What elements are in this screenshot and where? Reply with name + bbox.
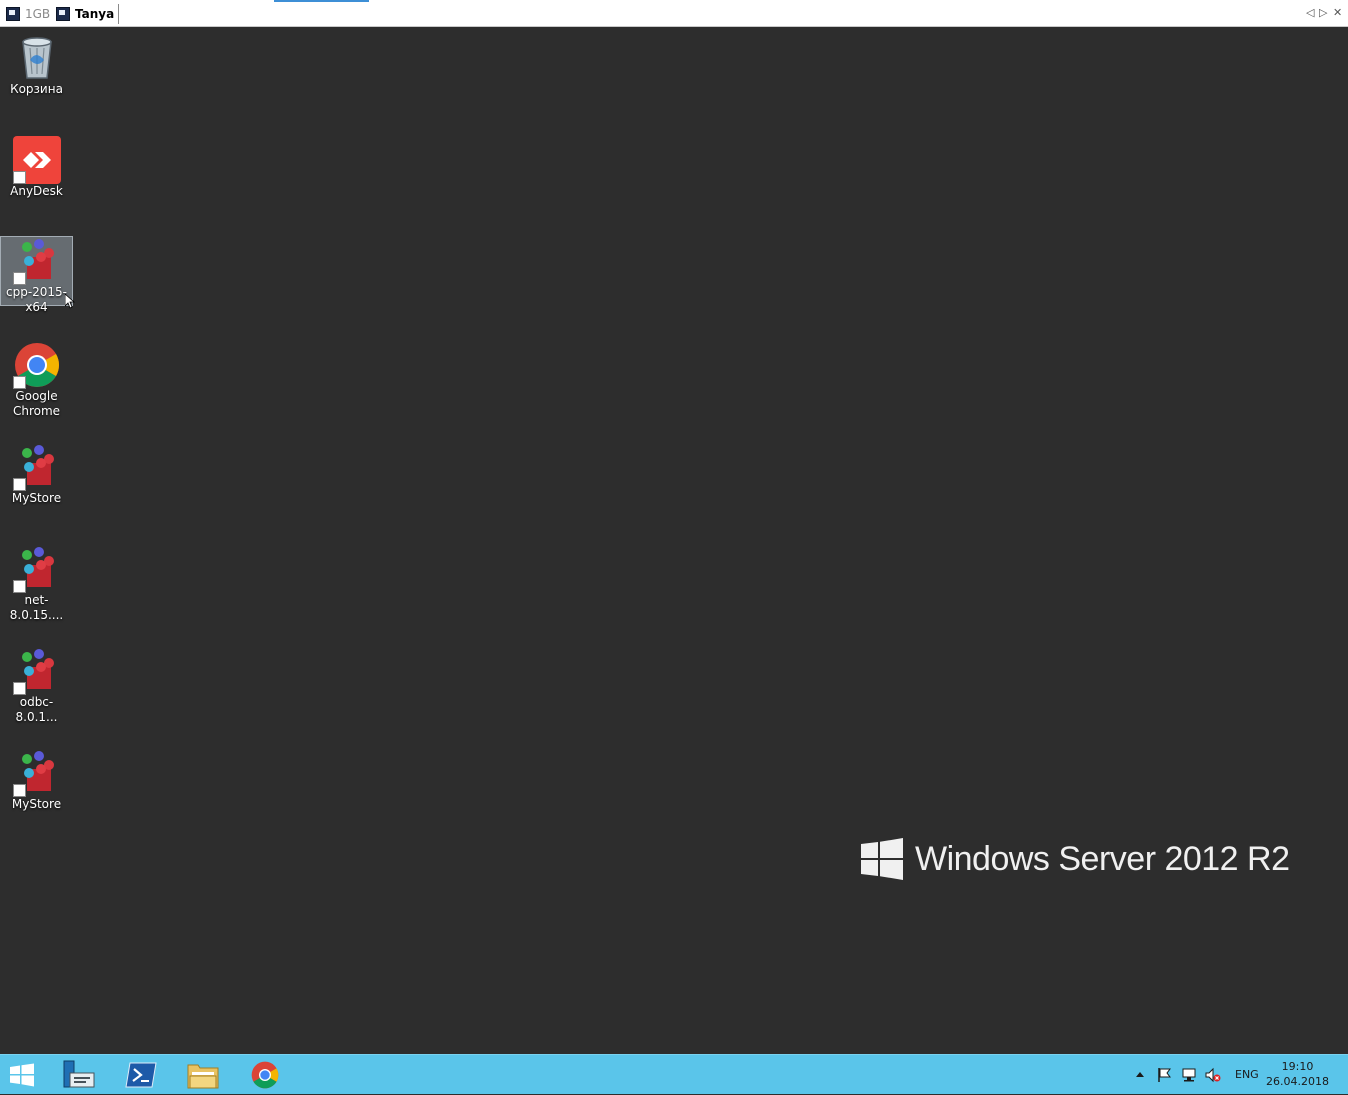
shortcut-arrow-icon: [12, 376, 26, 389]
file-explorer-icon: [187, 1064, 219, 1089]
shortcut-arrow-icon: [12, 682, 26, 695]
windows-server-branding: Windows Server 2012 R2: [861, 838, 1290, 880]
installer-icon: [12, 237, 61, 285]
installer-icon: [12, 647, 61, 695]
mouse-cursor-icon: [65, 294, 75, 309]
taskbar-file-explorer[interactable]: [186, 1059, 220, 1091]
desktop-icon-label: cpp-2015-x64: [5, 285, 68, 314]
show-hidden-icons-icon[interactable]: [1136, 1071, 1144, 1077]
taskbar-chrome[interactable]: [248, 1059, 282, 1091]
server-manager-icon: [63, 1060, 95, 1088]
installer-icon: [12, 545, 61, 593]
session-icon: [6, 7, 20, 21]
taskbar-powershell[interactable]: [124, 1059, 158, 1091]
desktop-icon-label: MyStore: [11, 491, 62, 505]
shortcut-arrow-icon: [12, 784, 26, 797]
desktop-icon-google-chrome[interactable]: Google Chrome: [0, 341, 73, 419]
action-center-flag-icon[interactable]: [1157, 1067, 1173, 1083]
taskbar: ENG 19:10 26.04.2018: [0, 1054, 1348, 1094]
tab-1gb[interactable]: 1GB: [6, 4, 50, 24]
clock-date: 26.04.2018: [1266, 1075, 1329, 1088]
clock-time: 19:10: [1281, 1060, 1314, 1073]
shortcut-arrow-icon: [12, 171, 26, 184]
recycle-bin-icon: [13, 34, 61, 82]
desktop-icon-mystore-2[interactable]: MyStore: [0, 749, 73, 812]
installer-icon: [12, 443, 61, 491]
tab-accent-line: [274, 0, 369, 2]
session-icon: [56, 7, 70, 21]
tab-close-icon[interactable]: ✕: [1333, 6, 1342, 20]
desktop-icon-label: AnyDesk: [10, 184, 63, 198]
desktop-icon-odbc-8[interactable]: odbc-8.0.1...: [0, 647, 73, 725]
taskbar-server-manager[interactable]: [62, 1059, 96, 1091]
desktop-icon-cpp-2015[interactable]: cpp-2015-x64: [0, 236, 73, 314]
anydesk-icon: [12, 136, 61, 184]
desktop-icon-anydesk[interactable]: AnyDesk: [0, 136, 73, 199]
desktop-icon-net-8[interactable]: net-8.0.15....: [0, 545, 73, 623]
installer-icon: [12, 749, 61, 797]
start-icon: [10, 1063, 34, 1087]
session-tab-bar: 1GB Tanya ◁ ▷ ✕: [0, 0, 1348, 27]
windows-logo-icon: [861, 838, 903, 880]
tab-scroll-right-icon[interactable]: ▷: [1319, 6, 1327, 20]
desktop-icon-label: net-8.0.15....: [9, 593, 64, 622]
clock[interactable]: 19:10 26.04.2018: [1266, 1059, 1329, 1089]
start-button[interactable]: [6, 1059, 40, 1091]
desktop-icon-label: Корзина: [10, 82, 63, 96]
tab-scroll-left-icon[interactable]: ◁: [1306, 6, 1314, 20]
language-indicator[interactable]: ENG: [1235, 1068, 1259, 1081]
powershell-icon: [125, 1062, 157, 1088]
chrome-icon: [12, 341, 61, 389]
desktop-icon-label: Google Chrome: [12, 389, 61, 418]
shortcut-arrow-icon: [12, 580, 26, 593]
tab-label: 1GB: [25, 7, 51, 21]
desktop-icon-recycle-bin[interactable]: Корзина: [0, 34, 73, 97]
network-icon[interactable]: [1181, 1067, 1197, 1083]
brand-text: Windows Server 2012 R2: [915, 839, 1290, 878]
shortcut-arrow-icon: [12, 272, 26, 285]
chrome-icon: [251, 1061, 279, 1089]
desktop-icon-mystore[interactable]: MyStore: [0, 443, 73, 506]
desktop-icon-label: odbc-8.0.1...: [15, 695, 58, 724]
desktop-icon-label: MyStore: [11, 797, 62, 811]
volume-muted-icon[interactable]: [1205, 1067, 1221, 1083]
tab-label: Tanya: [75, 7, 115, 21]
tab-tanya[interactable]: Tanya: [56, 4, 120, 24]
shortcut-arrow-icon: [12, 478, 26, 491]
